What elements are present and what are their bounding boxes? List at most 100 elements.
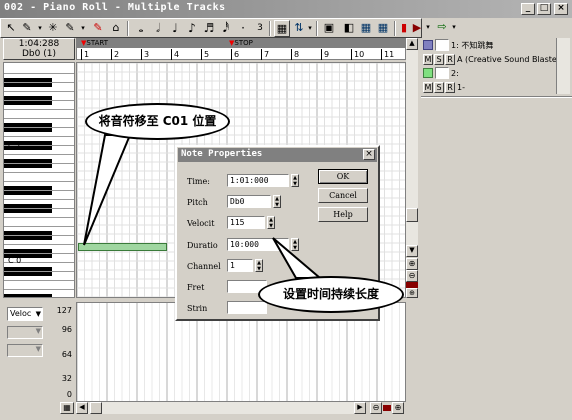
scroll-left-icon[interactable]: ◀ <box>76 402 88 414</box>
select-tool-icon[interactable]: ↖ <box>4 20 18 37</box>
controller-select-3[interactable]: ▼ <box>7 344 43 357</box>
ok-button[interactable]: OK <box>318 169 368 184</box>
sixteenth-note-icon[interactable]: ♬ <box>202 20 216 37</box>
key-divider <box>4 199 74 200</box>
eighth-note-icon[interactable]: ♪ <box>185 20 199 37</box>
velocity-input[interactable]: 115 <box>227 216 265 229</box>
dialog-close-button[interactable]: × <box>363 149 375 160</box>
grid-view-icon[interactable]: ▦ <box>358 20 374 37</box>
velocity-spinner-icon[interactable]: ▲ ▼ <box>267 216 275 229</box>
hscroll-track[interactable] <box>88 402 354 414</box>
c0-label: C 0 <box>8 256 22 265</box>
snap-grid-icon[interactable]: ▦ <box>274 20 290 37</box>
horizontal-scrollbar[interactable]: ◀ ▶ <box>76 402 366 414</box>
zoom-out-icon[interactable]: ⊖ <box>406 270 418 282</box>
quarter-note-icon[interactable]: ♩ <box>168 20 182 37</box>
arrows-dropdown-icon[interactable]: ▾ <box>306 20 314 37</box>
track-1-title: 1: 不知跳舞 <box>451 41 494 50</box>
track-scroll[interactable] <box>556 38 570 94</box>
measure-tick: 4 <box>171 49 179 60</box>
start-marker[interactable]: ▼START <box>79 39 108 48</box>
dialog-titlebar: Note Properties × <box>178 148 377 162</box>
grid-view-2-icon[interactable]: ▦ <box>375 20 391 37</box>
controller-select-2[interactable]: ▼ <box>7 326 43 339</box>
scrub-tool-icon[interactable]: ⌂ <box>109 20 123 37</box>
key-divider <box>4 154 74 155</box>
close-button[interactable]: × <box>554 3 568 15</box>
track-2[interactable]: 2: M S R 1- <box>421 66 572 96</box>
track-2-mute-button[interactable]: M <box>423 82 433 93</box>
grid-toggle-icon[interactable]: ▦ <box>60 402 74 414</box>
hzoom-in-icon[interactable]: ⊕ <box>392 402 404 414</box>
piano-keyboard[interactable]: C 1 C 0 <box>3 62 75 298</box>
brush-tool-icon[interactable]: ✎ <box>63 20 77 37</box>
help-button[interactable]: Help <box>318 207 368 222</box>
controller-select[interactable]: Veloc ▼ <box>7 307 43 321</box>
callout-move-note: 将音符移至 C01 位置 <box>85 103 230 140</box>
triplet-note-icon[interactable]: 3 <box>253 20 267 37</box>
channel-input[interactable]: 1 <box>227 259 253 272</box>
whole-note-icon[interactable]: 𝅝 <box>134 20 148 37</box>
track-1-solo-button[interactable]: S <box>434 54 444 65</box>
vel-label-127: 127 <box>56 306 72 315</box>
pitch-label: Pitch <box>187 198 208 207</box>
play-dropdown-icon[interactable]: ▾ <box>424 19 432 36</box>
pitch-input[interactable]: Db0 <box>227 195 271 208</box>
arrows-icon[interactable]: ⇅ <box>292 20 306 37</box>
key-divider <box>4 100 74 101</box>
track-1-checkbox[interactable] <box>435 39 449 51</box>
dotted-note-icon[interactable]: · <box>236 20 250 37</box>
vel-label-32: 32 <box>61 374 72 383</box>
string-input[interactable] <box>227 301 267 314</box>
track-1[interactable]: 1: 不知跳舞 M S R A (Creative Sound Blaster … <box>421 38 572 68</box>
export-dropdown-icon[interactable]: ▾ <box>450 19 458 36</box>
draw-tool-icon[interactable]: ✎ <box>20 20 34 37</box>
pencil-tool-icon[interactable]: ✎ <box>91 20 105 37</box>
pitch-spinner-icon[interactable]: ▲ ▼ <box>273 195 281 208</box>
key-divider <box>4 217 74 218</box>
record-meter-icon[interactable]: ▮ <box>398 20 410 37</box>
black-key[interactable] <box>4 294 52 297</box>
draw-tool-dropdown-icon[interactable]: ▾ <box>36 20 44 37</box>
vel-label-96: 96 <box>61 325 72 334</box>
pitch-display: Db0 (1) <box>22 49 56 59</box>
track-1-mute-button[interactable]: M <box>423 54 433 65</box>
track-2-checkbox[interactable] <box>435 67 449 79</box>
track-view-icon[interactable]: ▣ <box>321 20 337 37</box>
key-divider <box>4 109 74 110</box>
scroll-up-icon[interactable]: ▲ <box>406 38 418 50</box>
zoom-fit-icon[interactable]: ⊕ <box>406 288 418 298</box>
scroll-thumb[interactable] <box>406 208 418 222</box>
key-divider <box>4 190 74 191</box>
time-spinner-icon[interactable]: ▲ ▼ <box>291 174 299 187</box>
key-divider <box>4 82 74 83</box>
hzoom-level-icon[interactable] <box>383 405 391 411</box>
track-2-record-button[interactable]: R <box>445 82 455 93</box>
track-1-color <box>423 40 433 50</box>
measure-tick: 1 <box>81 49 89 60</box>
stop-marker[interactable]: ▼STOP <box>227 39 253 48</box>
scroll-right-icon[interactable]: ▶ <box>354 402 366 414</box>
brush-tool-dropdown-icon[interactable]: ▾ <box>79 20 87 37</box>
time-display: 1:04:288 Db0 (1) <box>3 38 75 60</box>
minimize-button[interactable]: _ <box>521 3 535 15</box>
half-note-icon[interactable]: 𝅗𝅥 <box>151 20 165 37</box>
track-2-solo-button[interactable]: S <box>434 82 444 93</box>
maximize-button[interactable]: □ <box>537 3 551 15</box>
magic-tool-icon[interactable]: ✳ <box>46 20 60 37</box>
vertical-scrollbar[interactable]: ▲ ▼ ⊕ ⊖ ⊕ <box>406 38 418 298</box>
time-input[interactable]: 1:01:000 <box>227 174 289 187</box>
key-divider <box>4 136 74 137</box>
channel-spinner-icon[interactable]: ▲ ▼ <box>255 259 263 272</box>
export-icon[interactable]: ⇨ <box>434 19 450 36</box>
hzoom-out-icon[interactable]: ⊖ <box>370 402 382 414</box>
time-ruler[interactable]: ▼START ▼STOP 1 2 3 4 5 6 7 8 9 10 11 <box>76 38 406 60</box>
cancel-button[interactable]: Cancel <box>318 188 368 203</box>
scroll-down-icon[interactable]: ▼ <box>406 245 418 257</box>
zoom-in-icon[interactable]: ⊕ <box>406 258 418 270</box>
panel-icon[interactable]: ◧ <box>341 20 357 37</box>
hscroll-thumb[interactable] <box>90 402 102 414</box>
track-1-record-button[interactable]: R <box>445 54 455 65</box>
thirtysecond-note-icon[interactable]: 𝅘𝅥𝅰 <box>219 20 233 37</box>
separator <box>316 21 318 36</box>
